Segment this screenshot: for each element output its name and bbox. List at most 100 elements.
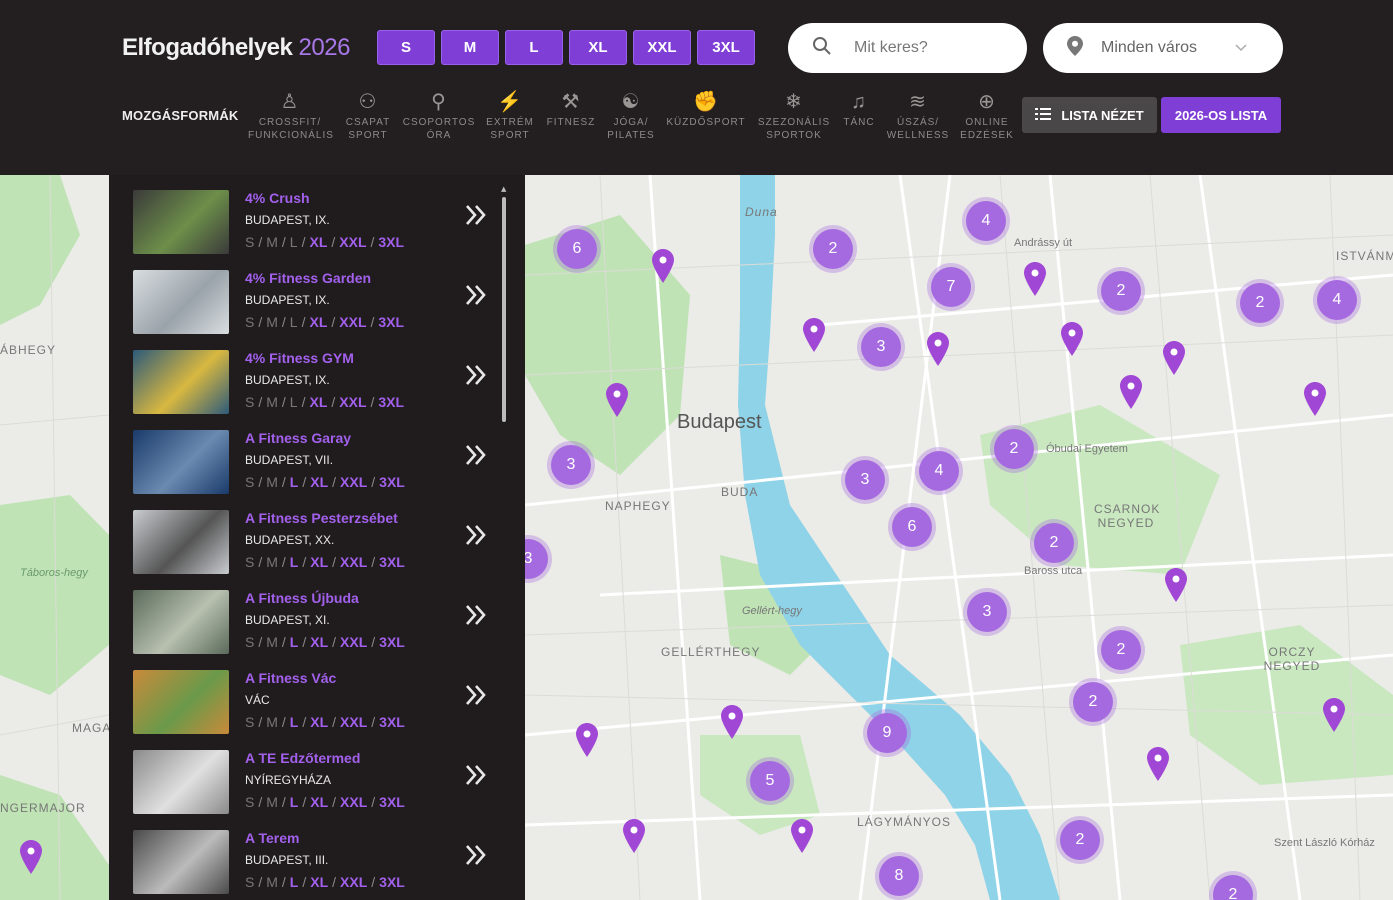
gym-thumbnail[interactable] bbox=[133, 270, 229, 334]
category-dance[interactable]: ♫ TÁNC bbox=[838, 88, 880, 129]
gym-name[interactable]: A Fitness Vác bbox=[245, 670, 336, 686]
double-chevron-right-icon[interactable] bbox=[465, 843, 487, 871]
gym-thumbnail[interactable] bbox=[133, 430, 229, 494]
map-pin-icon[interactable] bbox=[1147, 747, 1169, 781]
size-xxl-button[interactable]: XXL bbox=[633, 30, 691, 65]
gym-list-item[interactable]: 4% Fitness Garden BUDAPEST, IX. S / M / L / XL / X… bbox=[133, 255, 513, 335]
gym-list-item[interactable]: A Fitness Újbuda BUDAPEST, XI. S / M / L / XL / XX… bbox=[133, 575, 513, 655]
category-crossfit[interactable]: ♙ CROSSFIT/FUNKCIONÁLIS bbox=[248, 88, 333, 142]
category-online[interactable]: ⊕ ONLINE EDZÉSEK bbox=[957, 88, 1017, 142]
double-chevron-right-icon[interactable] bbox=[465, 283, 487, 311]
list-view-button[interactable]: LISTA NÉZET bbox=[1022, 97, 1157, 133]
size-l-button[interactable]: L bbox=[505, 30, 563, 65]
category-swimming[interactable]: ≋ ÚSZÁS/WELLNESS bbox=[884, 88, 952, 142]
map-pin-icon[interactable] bbox=[791, 819, 813, 853]
map-cluster[interactable]: 4 bbox=[966, 201, 1006, 241]
map-cluster[interactable]: 4 bbox=[919, 451, 959, 491]
double-chevron-right-icon[interactable] bbox=[465, 603, 487, 631]
map-pin-icon[interactable] bbox=[721, 705, 743, 739]
size-m-button[interactable]: M bbox=[441, 30, 499, 65]
gym-name[interactable]: A TE Edzőtermed bbox=[245, 750, 360, 766]
map-pin-icon[interactable] bbox=[1163, 341, 1185, 375]
gym-thumbnail[interactable] bbox=[133, 190, 229, 254]
map-pin-icon[interactable] bbox=[927, 332, 949, 366]
map-cluster[interactable]: 2 bbox=[1034, 523, 1074, 563]
map-pin-icon[interactable] bbox=[576, 723, 598, 757]
map-pin-icon[interactable] bbox=[1120, 375, 1142, 409]
gym-size-xl: XL bbox=[309, 234, 328, 250]
city-select[interactable]: Minden város bbox=[1043, 23, 1283, 73]
map-cluster[interactable]: 6 bbox=[892, 507, 932, 547]
map-cluster[interactable]: 9 bbox=[867, 713, 907, 753]
gym-list-item[interactable]: 4% Crush BUDAPEST, IX. S / M / L / XL / XXL/3XL bbox=[133, 175, 513, 255]
map-pin-icon[interactable] bbox=[1024, 262, 1046, 296]
list-2026-button[interactable]: 2026-OS LISTA bbox=[1161, 97, 1281, 133]
gym-name[interactable]: 4% Crush bbox=[245, 190, 310, 206]
gym-size-m: M bbox=[266, 394, 278, 410]
gym-name[interactable]: A Fitness Újbuda bbox=[245, 590, 359, 606]
map-cluster[interactable]: 2 bbox=[1073, 682, 1113, 722]
category-fitness[interactable]: ⚒ FITNESZ bbox=[543, 88, 599, 129]
map-cluster[interactable]: 6 bbox=[557, 229, 597, 269]
map-pin-icon[interactable] bbox=[1061, 322, 1083, 356]
gym-list-item[interactable]: A Fitness Vác VÁC S / M / L / XL / XXL/3XL bbox=[133, 655, 513, 735]
map-pin-icon[interactable] bbox=[1323, 698, 1345, 732]
gym-name[interactable]: A Fitness Garay bbox=[245, 430, 351, 446]
map-pin-icon[interactable] bbox=[1165, 568, 1187, 602]
size-xl-button[interactable]: XL bbox=[569, 30, 627, 65]
map-cluster[interactable]: 2 bbox=[994, 429, 1034, 469]
gym-list-item[interactable]: A Fitness Pesterzsébet BUDAPEST, XX. S / M / L… bbox=[133, 495, 513, 575]
gym-name[interactable]: 4% Fitness GYM bbox=[245, 350, 354, 366]
gym-thumbnail[interactable] bbox=[133, 830, 229, 894]
gym-thumbnail[interactable] bbox=[133, 750, 229, 814]
gym-thumbnail[interactable] bbox=[133, 350, 229, 414]
category-extreme-sport[interactable]: ⚡ EXTRÉM SPORT bbox=[482, 88, 538, 142]
double-chevron-right-icon[interactable] bbox=[465, 683, 487, 711]
brand-title[interactable]: Elfogadóhelyek 2026 bbox=[122, 34, 350, 62]
map-cluster[interactable]: 8 bbox=[879, 856, 919, 896]
double-chevron-right-icon[interactable] bbox=[465, 523, 487, 551]
gym-thumbnail[interactable] bbox=[133, 590, 229, 654]
map-cluster[interactable]: 2 bbox=[1060, 820, 1100, 860]
gym-name[interactable]: 4% Fitness Garden bbox=[245, 270, 371, 286]
search-input[interactable] bbox=[854, 39, 1004, 57]
map-cluster[interactable]: 2 bbox=[1240, 283, 1280, 323]
size-3xl-button[interactable]: 3XL bbox=[697, 30, 755, 65]
gym-list-item[interactable]: A TE Edzőtermed NYÍREGYHÁZA S / M / L / XL / XXL/3… bbox=[133, 735, 513, 815]
gym-list-item[interactable]: 4% Fitness GYM BUDAPEST, IX. S / M / L / XL / XXL /… bbox=[133, 335, 513, 415]
map-cluster[interactable]: 2 bbox=[1101, 630, 1141, 670]
gym-name[interactable]: A Fitness Pesterzsébet bbox=[245, 510, 398, 526]
double-chevron-right-icon[interactable] bbox=[465, 763, 487, 791]
map-cluster[interactable]: 3 bbox=[861, 327, 901, 367]
map-pin-icon[interactable] bbox=[652, 249, 674, 283]
category-seasonal-sport[interactable]: ❄ SZEZONÁLIS SPORTOK bbox=[755, 88, 833, 142]
category-martial-arts[interactable]: ✊ KÜZDŐSPORT bbox=[664, 88, 748, 129]
size-s-button[interactable]: S bbox=[377, 30, 435, 65]
map-pin-icon[interactable] bbox=[803, 318, 825, 352]
map-pin-icon[interactable] bbox=[1304, 382, 1326, 416]
map-cluster[interactable]: 4 bbox=[1317, 280, 1357, 320]
map-pin-icon[interactable] bbox=[606, 383, 628, 417]
gym-list-item[interactable]: A Fitness Garay BUDAPEST, VII. S / M / L / XL / XX… bbox=[133, 415, 513, 495]
map-cluster[interactable]: 3 bbox=[967, 592, 1007, 632]
double-chevron-right-icon[interactable] bbox=[465, 363, 487, 391]
map-cluster[interactable]: 3 bbox=[551, 445, 591, 485]
gym-name[interactable]: A Terem bbox=[245, 830, 299, 846]
double-chevron-right-icon[interactable] bbox=[465, 443, 487, 471]
map-cluster[interactable]: 2 bbox=[1101, 271, 1141, 311]
map-cluster[interactable]: 3 bbox=[845, 460, 885, 500]
category-group-class[interactable]: ⚲ CSOPORTOS ÓRA bbox=[402, 88, 476, 142]
gym-thumbnail[interactable] bbox=[133, 670, 229, 734]
map-pin-icon[interactable] bbox=[623, 819, 645, 853]
gym-photo bbox=[133, 590, 229, 654]
category-yoga[interactable]: ☯ JÓGA/PILATES bbox=[603, 88, 659, 142]
map-cluster[interactable]: 5 bbox=[750, 761, 790, 801]
map-pin-icon[interactable] bbox=[20, 840, 42, 874]
double-chevron-right-icon[interactable] bbox=[465, 203, 487, 231]
gym-thumbnail[interactable] bbox=[133, 510, 229, 574]
category-team-sport[interactable]: ⚇ CSAPAT SPORT bbox=[338, 88, 398, 142]
map-cluster[interactable]: 7 bbox=[931, 267, 971, 307]
gym-list-item[interactable]: A Terem BUDAPEST, III. S / M / L / XL / XXL/3XL bbox=[133, 815, 513, 895]
gym-size-s: S bbox=[245, 474, 255, 490]
map-cluster[interactable]: 2 bbox=[813, 229, 853, 269]
